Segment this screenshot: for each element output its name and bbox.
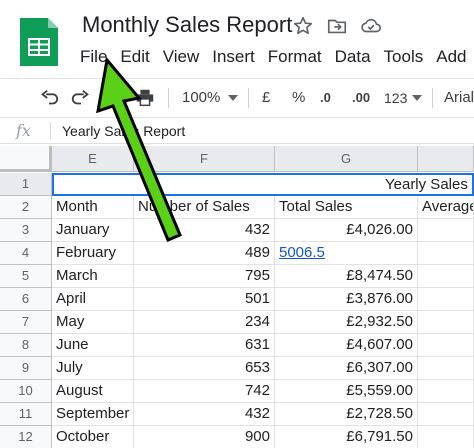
month-cell[interactable]: June <box>52 334 134 357</box>
sales-count-cell[interactable]: 432 <box>134 403 275 426</box>
selected-title-cell[interactable]: Yearly Sales R <box>52 173 474 196</box>
month-cell[interactable]: April <box>52 288 134 311</box>
menu-file[interactable]: File <box>80 46 107 68</box>
total-sales-cell[interactable]: £3,876.00 <box>275 288 418 311</box>
increase-decimal-button[interactable]: .00 <box>352 79 370 117</box>
row-header[interactable]: 8 <box>0 334 52 357</box>
toolbar-divider <box>432 88 433 108</box>
average-cell[interactable] <box>418 403 474 426</box>
row-header[interactable]: 11 <box>0 403 52 426</box>
menu-bar: File Edit View Insert Format Data Tools Add <box>80 46 474 70</box>
menu-insert[interactable]: Insert <box>212 46 255 68</box>
menu-view[interactable]: View <box>163 46 200 68</box>
menu-edit[interactable]: Edit <box>120 46 149 68</box>
total-sales-cell[interactable]: £4,026.00 <box>275 219 418 242</box>
row-header[interactable]: 3 <box>0 219 52 242</box>
total-sales-cell[interactable]: £6,791.50 <box>275 426 418 448</box>
column-header-e[interactable]: E <box>52 146 134 172</box>
formula-divider <box>50 122 51 140</box>
column-header-g[interactable]: G <box>275 146 418 172</box>
row-header[interactable]: 7 <box>0 311 52 334</box>
month-cell[interactable]: March <box>52 265 134 288</box>
average-cell[interactable] <box>418 357 474 380</box>
sales-count-cell[interactable]: 653 <box>134 357 275 380</box>
star-icon[interactable] <box>292 15 314 37</box>
title-cell-text: Yearly Sales R <box>385 176 474 193</box>
cloud-saved-icon[interactable] <box>360 15 382 37</box>
row-header[interactable]: 1 <box>0 173 52 196</box>
average-cell[interactable] <box>418 311 474 334</box>
row-header[interactable]: 5 <box>0 265 52 288</box>
month-cell[interactable]: January <box>52 219 134 242</box>
total-sales-cell[interactable]: £4,607.00 <box>275 334 418 357</box>
average-cell[interactable] <box>418 380 474 403</box>
currency-format-button[interactable]: £ <box>262 79 270 117</box>
dropdown-arrow-icon[interactable] <box>412 94 422 102</box>
header-cell-month[interactable]: Month <box>52 196 134 219</box>
average-cell[interactable] <box>418 334 474 357</box>
month-cell[interactable]: May <box>52 311 134 334</box>
total-sales-cell[interactable]: £6,307.00 <box>275 357 418 380</box>
sales-count-cell[interactable]: 631 <box>134 334 275 357</box>
total-sales-cell[interactable]: £2,728.50 <box>275 403 418 426</box>
sales-count-cell[interactable]: 795 <box>134 265 275 288</box>
average-cell[interactable] <box>418 426 474 448</box>
column-header-f[interactable]: F <box>134 146 275 172</box>
more-formats-button[interactable]: 123 <box>384 79 407 117</box>
header-cell-total-sales[interactable]: Total Sales <box>275 196 418 219</box>
month-cell[interactable]: July <box>52 357 134 380</box>
move-folder-icon[interactable] <box>326 15 348 37</box>
total-sales-cell[interactable]: £5,559.00 <box>275 380 418 403</box>
row-header[interactable]: 6 <box>0 288 52 311</box>
redo-icon[interactable] <box>70 87 92 109</box>
sales-count-cell[interactable]: 432 <box>134 219 275 242</box>
toolbar: 100% £ % .0 .00 123 Arial <box>0 78 474 118</box>
document-title[interactable]: Monthly Sales Report <box>82 12 292 38</box>
total-sales-cell[interactable]: £2,932.50 <box>275 311 418 334</box>
average-cell[interactable] <box>418 242 474 265</box>
average-cell[interactable] <box>418 219 474 242</box>
menu-tools[interactable]: Tools <box>384 46 424 68</box>
header-cell-average[interactable]: Average <box>418 196 474 219</box>
menu-add-ons[interactable]: Add <box>436 46 466 68</box>
sales-count-cell[interactable]: 489 <box>134 242 275 265</box>
toolbar-divider <box>168 88 169 108</box>
formula-bar: fx Yearly Sales Report <box>0 118 474 144</box>
month-cell[interactable]: October <box>52 426 134 448</box>
month-cell[interactable]: September <box>52 403 134 426</box>
average-cell[interactable] <box>418 288 474 311</box>
decrease-decimal-button[interactable]: .0 <box>320 79 331 117</box>
dropdown-arrow-icon[interactable] <box>228 94 238 102</box>
total-sales-link-cell[interactable]: 5006.5 <box>275 242 418 265</box>
column-header-h[interactable] <box>418 146 474 172</box>
percent-format-button[interactable]: % <box>292 79 305 117</box>
toolbar-divider <box>248 88 249 108</box>
total-sales-cell[interactable]: £8,474.50 <box>275 265 418 288</box>
formula-input[interactable]: Yearly Sales Report <box>62 123 185 139</box>
fx-label: fx <box>16 121 31 140</box>
row-header[interactable]: 4 <box>0 242 52 265</box>
menu-data[interactable]: Data <box>335 46 371 68</box>
print-icon[interactable] <box>134 87 156 109</box>
month-cell[interactable]: August <box>52 380 134 403</box>
row-header[interactable]: 2 <box>0 196 52 219</box>
zoom-select[interactable]: 100% <box>182 79 220 117</box>
select-all-corner[interactable] <box>0 146 52 172</box>
month-cell[interactable]: February <box>52 242 134 265</box>
undo-icon[interactable] <box>38 87 60 109</box>
sales-count-cell[interactable]: 900 <box>134 426 275 448</box>
menu-format[interactable]: Format <box>268 46 322 68</box>
sales-count-cell[interactable]: 501 <box>134 288 275 311</box>
spreadsheet-grid: E F G 1 2 3 4 5 6 7 8 9 10 11 12 Yearly … <box>0 146 474 448</box>
sheets-logo-icon[interactable] <box>18 16 60 68</box>
row-header[interactable]: 12 <box>0 426 52 448</box>
average-cell[interactable] <box>418 265 474 288</box>
row-header[interactable]: 9 <box>0 357 52 380</box>
header-cell-number-of-sales[interactable]: Number of Sales <box>134 196 275 219</box>
sales-count-cell[interactable]: 742 <box>134 380 275 403</box>
row-header[interactable]: 10 <box>0 380 52 403</box>
title-bar: Monthly Sales Report File Edit View Insert F… <box>0 0 474 76</box>
sales-count-cell[interactable]: 234 <box>134 311 275 334</box>
font-select[interactable]: Arial <box>444 79 474 117</box>
